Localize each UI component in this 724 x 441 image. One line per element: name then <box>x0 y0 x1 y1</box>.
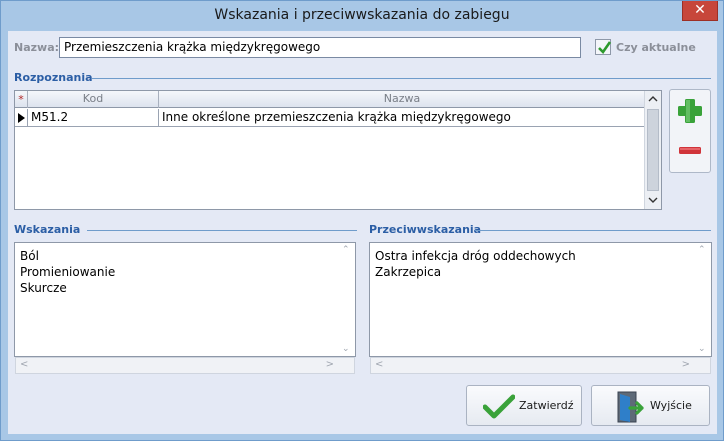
name-label: Nazwa: <box>14 41 60 54</box>
confirm-button[interactable]: Zatwierdź <box>466 385 582 426</box>
scroll-thumb[interactable] <box>647 109 659 191</box>
add-diagnosis-button[interactable] <box>670 90 710 131</box>
checkmark-icon <box>598 41 612 55</box>
close-icon: ✕ <box>694 2 706 18</box>
indications-group-line <box>87 230 357 231</box>
scroll-up-icon[interactable]: ⌃ <box>698 245 706 255</box>
scroll-left-icon[interactable]: < <box>20 359 28 370</box>
diagnoses-group-title: Rozpoznania <box>14 71 93 84</box>
checkmark-icon <box>483 394 515 419</box>
dialog-window: Wskazania i przeciwwskazania do zabiegu … <box>0 0 724 441</box>
scroll-down-icon[interactable]: ⌄ <box>698 344 706 354</box>
title-bar[interactable]: Wskazania i przeciwwskazania do zabiegu … <box>1 1 723 31</box>
current-checkbox[interactable] <box>595 39 612 55</box>
diagnoses-grid[interactable]: * Kod Nazwa M51.2 Inne określone przemie… <box>14 90 662 210</box>
indications-horizontal-scrollbar[interactable]: < > <box>15 357 355 374</box>
grid-star-marker: * <box>15 91 28 108</box>
exit-button[interactable]: Wyjście <box>591 385 710 426</box>
remove-diagnosis-button[interactable] <box>670 132 710 173</box>
diagnoses-side-buttons <box>669 89 711 173</box>
indications-memo[interactable]: Ból Promieniowanie Skurcze ⌃ ⌄ < > <box>14 242 356 374</box>
column-header-name[interactable]: Nazwa <box>159 91 645 108</box>
cell-name[interactable]: Inne określone przemieszczenia krążka mi… <box>159 109 645 127</box>
plus-icon <box>678 99 702 123</box>
confirm-button-label: Zatwierdź <box>519 399 574 412</box>
contraindications-group-title: Przeciwwskazania <box>369 223 482 236</box>
row-indicator <box>15 109 28 127</box>
indications-text[interactable]: Ból Promieniowanie Skurcze <box>20 248 115 296</box>
indications-group-title: Wskazania <box>14 223 81 236</box>
current-checkbox-label: Czy aktualne <box>616 41 696 54</box>
contraindications-group-line <box>475 230 711 231</box>
scroll-down-icon[interactable] <box>645 192 661 208</box>
scroll-left-icon[interactable]: < <box>375 359 383 370</box>
indications-vertical-scrollbar[interactable]: ⌃ ⌄ <box>339 243 355 356</box>
name-input[interactable]: Przemieszczenia krążka międzykręgowego <box>59 37 581 58</box>
close-button[interactable]: ✕ <box>682 1 718 21</box>
diagnoses-group-line <box>92 78 711 79</box>
scroll-right-icon[interactable]: > <box>682 359 690 370</box>
minus-icon <box>679 147 701 154</box>
door-exit-icon <box>617 391 644 423</box>
contraindications-vertical-scrollbar[interactable]: ⌃ ⌄ <box>695 243 711 356</box>
scroll-up-icon[interactable] <box>645 91 661 107</box>
column-header-code[interactable]: Kod <box>28 91 159 108</box>
dialog-client: Nazwa: Przemieszczenia krążka międzykręg… <box>8 31 717 434</box>
grid-header: * Kod Nazwa <box>15 91 645 108</box>
row-pointer-icon <box>18 113 25 123</box>
contraindications-text[interactable]: Ostra infekcja dróg oddechowych Zakrzepi… <box>375 248 576 280</box>
table-row[interactable]: M51.2 Inne określone przemieszczenia krą… <box>15 109 645 127</box>
grid-vertical-scrollbar[interactable] <box>644 91 661 209</box>
window-title: Wskazania i przeciwwskazania do zabiegu <box>214 7 510 23</box>
scroll-right-icon[interactable]: > <box>326 359 334 370</box>
scroll-up-icon[interactable]: ⌃ <box>342 245 350 255</box>
contraindications-memo[interactable]: Ostra infekcja dróg oddechowych Zakrzepi… <box>369 242 712 374</box>
cell-code[interactable]: M51.2 <box>28 109 159 127</box>
contraindications-horizontal-scrollbar[interactable]: < > <box>370 357 711 374</box>
scroll-down-icon[interactable]: ⌄ <box>342 344 350 354</box>
exit-button-label: Wyjście <box>650 399 692 412</box>
